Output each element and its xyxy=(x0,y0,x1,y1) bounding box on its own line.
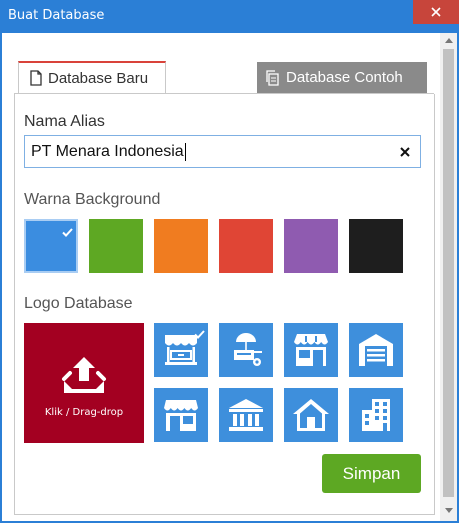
clear-icon[interactable] xyxy=(398,145,412,159)
logo-option[interactable] xyxy=(284,388,338,442)
alias-label: Nama Alias xyxy=(24,113,105,130)
alias-input[interactable]: PT Menara Indonesia xyxy=(24,135,421,168)
food-cart-icon xyxy=(226,332,266,368)
color-swatch[interactable] xyxy=(349,219,403,273)
dialog-window: Buat Database Database Baru Database Con… xyxy=(0,0,459,523)
scroll-thumb[interactable] xyxy=(443,49,454,497)
dialog-content: Database Baru Database Contoh Nama Alias… xyxy=(2,33,457,521)
logo-option[interactable] xyxy=(154,388,208,442)
copy-icon xyxy=(265,69,281,86)
color-swatch[interactable] xyxy=(89,219,143,273)
check-icon xyxy=(62,224,73,242)
close-icon xyxy=(431,7,441,17)
color-swatch[interactable] xyxy=(24,219,78,273)
logo-label: Logo Database xyxy=(24,295,133,312)
logo-option[interactable] xyxy=(349,388,403,442)
color-swatch[interactable] xyxy=(284,219,338,273)
logo-option[interactable] xyxy=(219,323,273,377)
tab-label: Database Baru xyxy=(48,69,149,87)
scroll-up-icon[interactable] xyxy=(440,33,457,47)
scroll-down-icon[interactable] xyxy=(440,503,457,517)
bank-icon xyxy=(226,397,266,433)
color-swatch[interactable] xyxy=(154,219,208,273)
shop-icon xyxy=(291,332,331,368)
tab-database-baru[interactable]: Database Baru xyxy=(18,61,166,93)
tab-database-contoh[interactable]: Database Contoh xyxy=(257,62,427,93)
logo-option[interactable] xyxy=(284,323,338,377)
save-button[interactable]: Simpan xyxy=(322,454,421,493)
title-bar[interactable]: Buat Database xyxy=(0,0,459,33)
check-icon xyxy=(194,326,205,344)
document-icon xyxy=(29,70,43,86)
alias-value: PT Menara Indonesia xyxy=(31,142,184,160)
logo-upload-area[interactable]: Klik / Drag-drop xyxy=(24,323,144,443)
garage-icon xyxy=(356,332,396,368)
logo-option[interactable] xyxy=(154,323,208,377)
window-title: Buat Database xyxy=(8,8,105,23)
kiosk-icon xyxy=(161,397,201,433)
house-icon xyxy=(291,397,331,433)
background-label: Warna Background xyxy=(24,191,161,208)
office-building-icon xyxy=(356,397,396,433)
logo-option[interactable] xyxy=(219,388,273,442)
close-button[interactable] xyxy=(413,0,459,24)
vertical-scrollbar[interactable] xyxy=(440,33,457,521)
upload-label: Klik / Drag-drop xyxy=(44,407,124,418)
color-swatch[interactable] xyxy=(219,219,273,273)
logo-option[interactable] xyxy=(349,323,403,377)
tab-label: Database Contoh xyxy=(286,69,403,86)
upload-icon xyxy=(62,357,106,393)
